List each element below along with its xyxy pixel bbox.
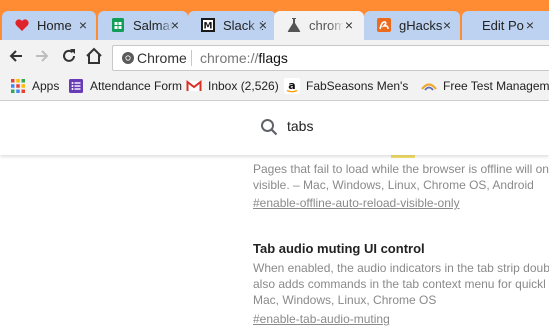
amazon-icon: a — [284, 78, 300, 94]
tab-home[interactable]: Home × — [2, 11, 96, 40]
bookmark-free-test[interactable]: Free Test Manageme — [421, 77, 549, 95]
flag-anchor-link[interactable]: #enable-offline-auto-reload-visible-only — [253, 196, 460, 210]
omnibox-url[interactable]: chrome://flags — [200, 50, 288, 66]
flag-description: visible. – Mac, Windows, Linux, Chrome O… — [253, 178, 534, 192]
flask-icon — [287, 18, 301, 32]
heart-icon — [15, 19, 29, 31]
tab-slack[interactable]: M Slack S × — [188, 11, 276, 40]
reload-icon[interactable] — [59, 46, 79, 66]
slack-icon: M — [201, 18, 215, 32]
flag-description: Pages that fail to load while the browse… — [253, 162, 549, 176]
bookmark-fabseasons[interactable]: a FabSeasons Men's Po — [284, 77, 412, 95]
bookmark-inbox[interactable]: Inbox (2,526) — [186, 77, 279, 95]
svg-text:M: M — [204, 22, 213, 32]
forms-icon — [69, 79, 83, 93]
search-input[interactable]: tabs — [287, 118, 313, 134]
tab-close-button[interactable]: × — [256, 16, 270, 34]
omnibox-chip-label: Chrome — [137, 50, 187, 66]
tab-ghacks[interactable]: gHacks × — [364, 11, 460, 40]
bookmarks-bar: Apps Attendance Form Inbox (2,526) a Fab… — [0, 73, 549, 101]
flags-search-header: tabs — [0, 101, 549, 155]
chrome-page-icon — [122, 52, 134, 64]
sheets-icon — [112, 18, 124, 32]
bookmark-label: Inbox (2,526) — [208, 79, 279, 93]
omnibox[interactable]: Chrome chrome://flags — [112, 45, 549, 71]
svg-text:a: a — [288, 79, 295, 92]
tab-chrome-flags[interactable]: chrome × — [274, 11, 364, 40]
tab-close-button[interactable]: × — [523, 16, 537, 34]
back-arrow-icon[interactable] — [6, 46, 26, 66]
ghacks-icon — [377, 18, 391, 32]
gmail-icon — [186, 79, 202, 91]
tab-title: gHacks — [399, 18, 443, 33]
tab-close-button[interactable]: × — [342, 16, 356, 34]
bookmark-apps[interactable]: Apps — [10, 77, 60, 95]
bookmark-label: Apps — [32, 79, 60, 93]
apps-grid-icon — [11, 79, 25, 93]
tab-title: Edit Po — [482, 18, 524, 33]
tab-strip: Home × Salman × M Slack S × chrome × — [0, 0, 549, 40]
flag-title: Tab audio muting UI control — [253, 241, 425, 256]
flag-description: also adds commands in the tab context me… — [253, 277, 546, 291]
tab-salman[interactable]: Salman × — [98, 11, 188, 40]
home-icon[interactable] — [84, 46, 104, 66]
tab-close-button[interactable]: × — [440, 16, 454, 34]
tab-close-button[interactable]: × — [168, 16, 182, 34]
forward-arrow-icon[interactable] — [32, 46, 52, 66]
bookmark-label: Attendance Form — [90, 79, 183, 93]
bookmark-attendance-form[interactable]: Attendance Form — [68, 77, 182, 95]
flag-anchor-link[interactable]: #enable-tab-audio-muting — [253, 312, 390, 326]
tab-title: Home — [37, 18, 72, 33]
url-host: flags — [258, 50, 288, 66]
flags-list: Pages that fail to load while the browse… — [0, 155, 549, 333]
tab-edit-post[interactable]: Edit Po × — [462, 11, 549, 40]
omnibox-separator — [191, 50, 192, 66]
bookmark-label: Free Test Manageme — [443, 79, 549, 93]
url-prefix: chrome:// — [200, 50, 259, 66]
search-icon — [261, 119, 278, 136]
tab-close-button[interactable]: × — [76, 16, 90, 34]
flag-description: When enabled, the audio indicators in th… — [253, 261, 549, 275]
flag-description: Mac, Windows, Linux, Chrome OS — [253, 293, 437, 307]
bookmark-label: FabSeasons Men's Po — [306, 79, 412, 93]
toolbar: Chrome chrome://flags — [0, 40, 549, 73]
search-highlight — [391, 155, 415, 158]
site-logo-icon — [421, 83, 437, 91]
